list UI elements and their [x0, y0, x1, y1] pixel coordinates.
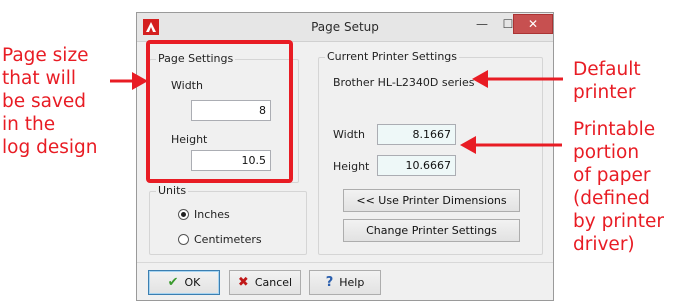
centimeters-label[interactable]: Centimeters — [194, 233, 262, 246]
arrow-right-top-icon — [472, 70, 563, 88]
printer-width-field: 8.1667 — [377, 124, 456, 145]
annotation-line: of paper — [573, 165, 651, 186]
cancel-label: Cancel — [254, 276, 293, 289]
use-printer-dimensions-button[interactable]: << Use Printer Dimensions — [343, 189, 520, 212]
arrow-left-icon — [110, 72, 148, 90]
change-printer-settings-button[interactable]: Change Printer Settings — [343, 219, 520, 242]
title-bar[interactable]: Page Setup — ☐ ✕ — [137, 13, 553, 42]
x-icon: ✖ — [237, 275, 249, 290]
annotation-line: that will — [2, 68, 76, 89]
close-button[interactable]: ✕ — [513, 14, 553, 34]
highlight-box — [146, 40, 293, 183]
printer-height-label: Height — [333, 160, 370, 173]
annotation-default-printer: Default printer — [573, 58, 641, 104]
help-button[interactable]: ? Help — [309, 270, 381, 295]
annotation-printable-portion: Printable portion of paper (defined by p… — [573, 118, 664, 256]
annotation-line: Page size — [2, 45, 89, 66]
annotation-line: (defined — [573, 188, 650, 209]
ok-button[interactable]: ✔ OK — [148, 270, 220, 295]
printer-width-label: Width — [333, 128, 365, 141]
help-icon: ? — [325, 275, 334, 290]
annotation-line: Default — [573, 59, 641, 80]
centimeters-radio[interactable] — [178, 234, 189, 245]
checkmark-icon: ✔ — [167, 275, 179, 290]
ok-label: OK — [184, 276, 201, 289]
printer-height-field: 10.6667 — [377, 155, 456, 176]
printer-name: Brother HL-L2340D series — [333, 76, 475, 89]
minimize-button[interactable]: — — [469, 14, 495, 34]
inches-radio[interactable] — [178, 209, 189, 220]
annotation-line: be saved — [2, 91, 87, 112]
annotation-line: in the — [2, 114, 56, 135]
cancel-button[interactable]: ✖ Cancel — [229, 270, 301, 295]
annotation-line: by printer — [573, 211, 665, 232]
radio-selected-dot — [181, 212, 186, 217]
button-bar: ✔ OK ✖ Cancel ? Help — [137, 262, 553, 300]
annotation-page-size: Page size that will be saved in the log … — [2, 44, 97, 159]
group-title: Current Printer Settings — [325, 50, 460, 63]
inches-label[interactable]: Inches — [194, 208, 230, 221]
annotation-line: driver) — [573, 234, 635, 255]
annotation-line: printer — [573, 82, 636, 103]
arrow-right-bottom-icon — [460, 136, 562, 154]
help-label: Help — [339, 276, 365, 289]
group-title: Units — [156, 184, 189, 197]
annotation-line: log design — [2, 137, 98, 158]
annotation-line: Printable — [573, 119, 656, 140]
annotation-line: portion — [573, 142, 640, 163]
